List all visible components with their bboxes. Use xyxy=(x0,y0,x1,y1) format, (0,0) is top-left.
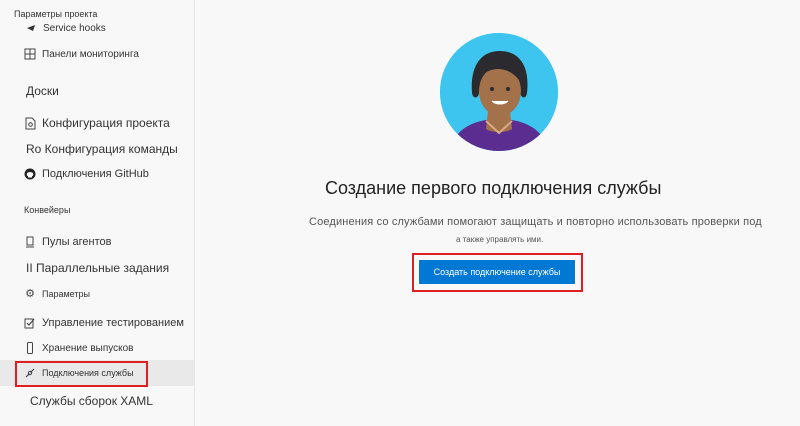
sidebar-item-test-management[interactable]: Управление тестированием xyxy=(0,314,194,332)
sidebar-item-service-hooks[interactable]: Service hooks xyxy=(0,21,194,35)
avatar xyxy=(440,33,558,151)
page-title: Создание первого подключения службы xyxy=(325,178,662,198)
sidebar-item-project-configuration[interactable]: Конфигурация проекта xyxy=(0,114,194,132)
sidebar-item-label: Хранение выпусков xyxy=(42,342,134,354)
arrow-icon xyxy=(24,21,38,35)
sidebar-item-xaml-build-services[interactable]: Службы сборок XAML xyxy=(0,392,194,410)
person-illustration-icon xyxy=(440,33,558,151)
service-connections-empty-state: Создание первого подключения службы Соед… xyxy=(196,0,800,426)
sidebar-item-release-retention[interactable]: Хранение выпусков xyxy=(0,339,194,357)
sidebar-item-agent-pools[interactable]: Пулы агентов xyxy=(0,233,194,251)
agent-pool-icon xyxy=(23,235,37,249)
sidebar-section-pipelines: Конвейеры xyxy=(24,205,71,215)
sidebar-item-label: Конфигурация проекта xyxy=(42,116,170,130)
dashboard-icon xyxy=(23,47,37,61)
phone-icon xyxy=(23,341,37,355)
sidebar-item-team-configuration[interactable]: Ro Конфигурация команды xyxy=(0,140,194,158)
sidebar-selection-highlight xyxy=(15,361,148,387)
button-highlight xyxy=(412,253,583,292)
sidebar-item-label: Управление тестированием xyxy=(42,317,184,329)
sidebar-item-parallel-jobs[interactable]: II Параллельные задания xyxy=(0,259,194,277)
sidebar-item-label: Подключения GitHub xyxy=(42,168,149,180)
sidebar-header: Параметры проекта xyxy=(14,9,98,19)
sidebar-item-label: Пулы агентов xyxy=(42,236,112,248)
sidebar-item-label: Панели мониторинга xyxy=(42,48,139,60)
sidebar-item-dashboards[interactable]: Панели мониторинга xyxy=(0,45,194,63)
document-settings-icon xyxy=(23,116,37,130)
sidebar-item-label: II Параллельные задания xyxy=(26,261,170,275)
sidebar-item-github-connections[interactable]: Подключения GitHub xyxy=(0,165,194,183)
sidebar-item-label: Ro Конфигурация команды xyxy=(26,142,178,156)
test-icon xyxy=(23,316,37,330)
github-icon xyxy=(23,167,37,181)
gear-icon: ⚙ xyxy=(25,287,35,300)
sidebar-item-label: Параметры xyxy=(42,289,90,299)
sidebar-item-settings[interactable]: ⚙ Параметры xyxy=(0,286,194,302)
description-line-1: Соединения со службами помогают защищать… xyxy=(309,216,762,228)
description-line-2: а также управлять ими. xyxy=(456,235,544,244)
sidebar-item-label: Доски xyxy=(26,84,59,98)
sidebar-item-boards[interactable]: Доски xyxy=(0,82,194,100)
sidebar-item-label: Службы сборок XAML xyxy=(30,394,153,408)
sidebar-item-label: Service hooks xyxy=(43,22,106,34)
